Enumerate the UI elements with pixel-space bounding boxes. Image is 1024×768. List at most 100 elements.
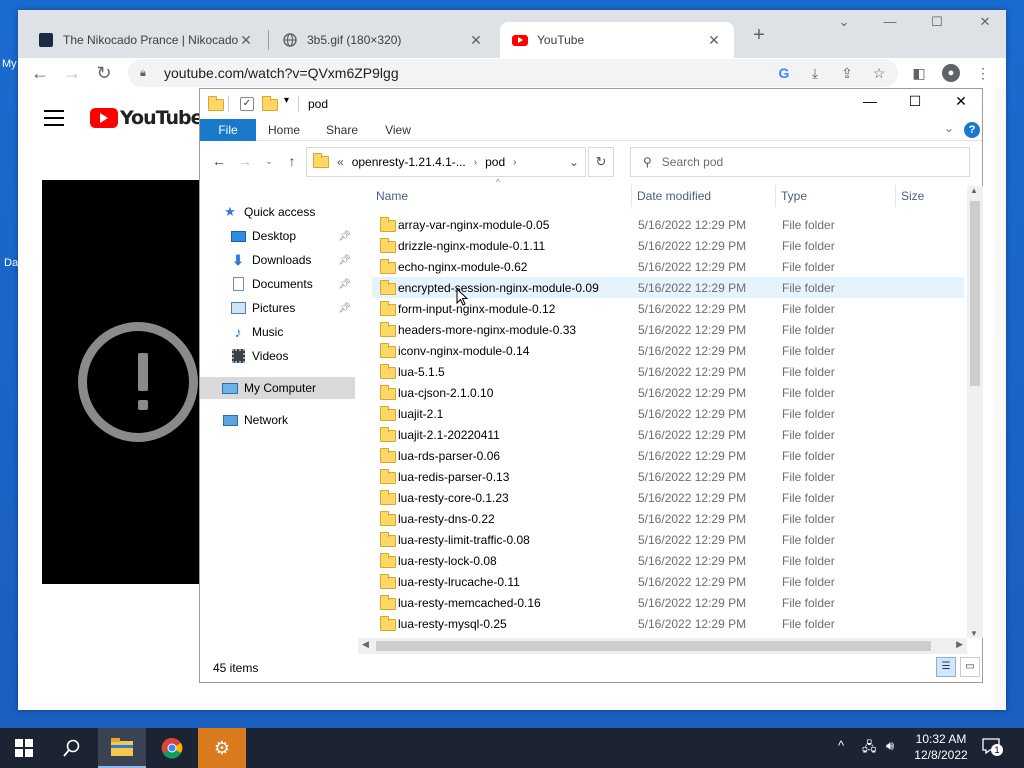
clock[interactable]: 10:32 AM 12/8/2022	[906, 731, 976, 763]
vertical-scrollbar[interactable]: ▲ ▼	[967, 186, 983, 638]
file-row[interactable]: lua-resty-dns-0.22 5/16/2022 12:29 PM File…	[372, 508, 964, 529]
file-row[interactable]: lua-redis-parser-0.13 5/16/2022 12:29 PM F…	[372, 466, 964, 487]
nav-item-videos[interactable]: Videos	[230, 345, 355, 367]
recent-locations-icon[interactable]: ⌄	[260, 156, 278, 167]
file-name[interactable]: array-var-nginx-module-0.05	[398, 218, 549, 232]
large-icons-view-icon[interactable]: ▭	[960, 657, 980, 677]
column-header-date[interactable]: Date modified	[637, 185, 711, 207]
minimize-button[interactable]: —	[855, 93, 885, 109]
video-player[interactable]	[42, 180, 202, 584]
column-header-name[interactable]: Name	[376, 185, 408, 207]
scroll-down-icon[interactable]: ▼	[970, 629, 978, 638]
file-name[interactable]: lua-resty-core-0.1.23	[398, 491, 509, 505]
minimize-button[interactable]: —	[876, 14, 904, 29]
close-icon[interactable]: ✕	[468, 32, 484, 49]
tab-gif[interactable]: 3b5.gif (180×320) ✕	[270, 22, 496, 58]
forward-icon[interactable]: →	[60, 62, 84, 84]
search-icon[interactable]	[48, 728, 96, 768]
file-name[interactable]: iconv-nginx-module-0.14	[398, 344, 529, 358]
file-name[interactable]: lua-resty-lrucache-0.11	[398, 575, 520, 589]
search-input[interactable]: ⚲ Search pod	[630, 147, 970, 177]
pin-icon[interactable]: 📌︎	[338, 303, 351, 314]
chevron-up-icon[interactable]: ^	[838, 738, 844, 753]
back-icon[interactable]: ←	[28, 62, 52, 84]
file-name[interactable]: drizzle-nginx-module-0.1.11	[398, 239, 545, 253]
share-icon[interactable]: ⇪	[838, 64, 856, 82]
close-window-button[interactable]: ✕	[971, 14, 999, 30]
pin-icon[interactable]: 📌︎	[338, 231, 351, 242]
nav-item-pictures[interactable]: Pictures 📌︎	[230, 297, 355, 319]
file-name[interactable]: headers-more-nginx-module-0.33	[398, 323, 576, 337]
new-tab-button[interactable]: +	[747, 24, 771, 47]
file-row[interactable]: lua-5.1.5 5/16/2022 12:29 PM File folder	[372, 361, 964, 382]
details-view-icon[interactable]: ☰	[936, 657, 956, 677]
file-row[interactable]: iconv-nginx-module-0.14 5/16/2022 12:29 P…	[372, 340, 964, 361]
overflow-chevron[interactable]: «	[337, 155, 344, 169]
file-row[interactable]: lua-resty-core-0.1.23 5/16/2022 12:29 PM F…	[372, 487, 964, 508]
file-name[interactable]: lua-resty-dns-0.22	[398, 512, 495, 526]
file-row[interactable]: echo-nginx-module-0.62 5/16/2022 12:29 PM…	[372, 256, 964, 277]
breadcrumb-parent[interactable]: openresty-1.21.4.1-...	[352, 155, 466, 169]
file-name[interactable]: echo-nginx-module-0.62	[398, 260, 527, 274]
hamburger-menu-icon[interactable]	[44, 110, 64, 131]
file-name[interactable]: lua-resty-limit-traffic-0.08	[398, 533, 530, 547]
file-row[interactable]: lua-resty-mysql-0.25 5/16/2022 12:29 PM Fi…	[372, 613, 964, 634]
file-name[interactable]: lua-rds-parser-0.06	[398, 449, 500, 463]
nav-item-music[interactable]: ♪ Music	[230, 321, 355, 343]
pin-icon[interactable]: 📌︎	[338, 279, 351, 290]
column-header-type[interactable]: Type	[781, 185, 807, 207]
column-divider[interactable]	[631, 185, 632, 207]
nav-item-network[interactable]: Network	[222, 409, 352, 431]
pin-icon[interactable]: 📌︎	[338, 255, 351, 266]
chrome-icon[interactable]	[148, 728, 196, 768]
desktop-icon-label[interactable]: My	[2, 58, 17, 70]
file-row[interactable]: lua-resty-memcached-0.16 5/16/2022 12:29 …	[372, 592, 964, 613]
file-name[interactable]: encrypted-session-nginx-module-0.09	[398, 281, 599, 295]
nav-item-documents[interactable]: Documents 📌︎	[230, 273, 355, 295]
volume-icon[interactable]: 🔊︎	[886, 738, 894, 754]
file-name[interactable]: form-input-nginx-module-0.12	[398, 302, 555, 316]
file-name[interactable]: luajit-2.1	[398, 407, 443, 421]
desktop-icon-label[interactable]: Da	[4, 257, 18, 269]
page-scrollbar[interactable]	[994, 88, 1006, 710]
back-icon[interactable]: ←	[210, 153, 228, 169]
notification-icon[interactable]: 1	[982, 738, 1003, 758]
settings-icon[interactable]: ⚙	[198, 728, 246, 768]
refresh-icon[interactable]: ↻	[588, 147, 614, 177]
close-icon[interactable]: ✕	[238, 32, 254, 49]
scroll-thumb[interactable]	[970, 201, 980, 386]
file-row[interactable]: luajit-2.1 5/16/2022 12:29 PM File folder	[372, 403, 964, 424]
reload-icon[interactable]: ↻	[92, 62, 116, 84]
file-name[interactable]: lua-cjson-2.1.0.10	[398, 386, 493, 400]
column-divider[interactable]	[775, 185, 776, 207]
file-row[interactable]: luajit-2.1-20220411 5/16/2022 12:29 PM Fil…	[372, 424, 964, 445]
file-name[interactable]: luajit-2.1-20220411	[398, 428, 500, 442]
tab-youtube[interactable]: YouTube ✕	[500, 22, 734, 58]
file-name[interactable]: lua-resty-memcached-0.16	[398, 596, 541, 610]
file-name[interactable]: lua-5.1.5	[398, 365, 445, 379]
file-explorer-icon[interactable]	[98, 728, 146, 768]
network-icon[interactable]: 🖧︎	[862, 738, 877, 760]
tab-share[interactable]: Share	[320, 119, 364, 141]
profile-avatar[interactable]: ●	[942, 64, 960, 82]
nav-item-quick-access[interactable]: ★ Quick access	[222, 201, 352, 223]
google-translate-icon[interactable]: G	[775, 64, 793, 82]
expand-ribbon-icon[interactable]: ⌄	[944, 121, 954, 135]
start-icon[interactable]	[0, 728, 48, 768]
nav-item-downloads[interactable]: ⬇ Downloads 📌︎	[230, 249, 355, 271]
file-name[interactable]: lua-resty-lock-0.08	[398, 554, 497, 568]
column-divider[interactable]	[895, 185, 896, 207]
customize-toolbar-icon[interactable]: ▾	[284, 95, 289, 106]
side-panel-icon[interactable]: ◧	[910, 64, 928, 82]
file-row[interactable]: headers-more-nginx-module-0.33 5/16/2022 …	[372, 319, 964, 340]
file-row[interactable]: lua-resty-lock-0.08 5/16/2022 12:29 PM Fil…	[372, 550, 964, 571]
forward-icon[interactable]: →	[236, 153, 254, 169]
help-icon[interactable]: ?	[964, 122, 980, 138]
chevron-right-icon[interactable]: ›	[474, 157, 477, 168]
maximize-button[interactable]: ☐	[900, 93, 930, 110]
properties-icon[interactable]: ✓	[240, 97, 254, 111]
chevron-right-icon[interactable]: ›	[513, 157, 516, 168]
new-folder-icon[interactable]	[262, 96, 278, 111]
file-row[interactable]: lua-rds-parser-0.06 5/16/2022 12:29 PM Fil…	[372, 445, 964, 466]
tab-search-icon[interactable]: ⌄	[830, 14, 858, 30]
